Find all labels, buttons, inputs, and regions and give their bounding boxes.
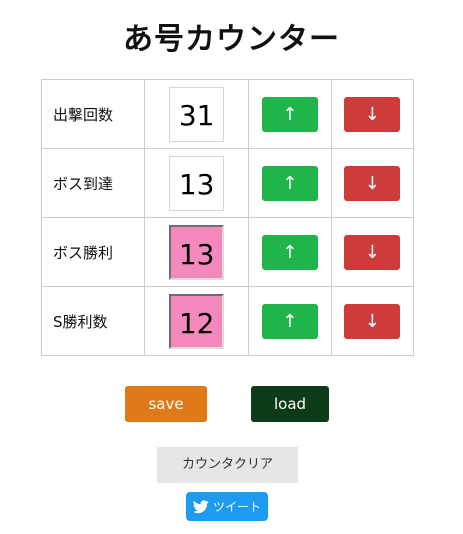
page-title: あ号カウンター: [123, 22, 340, 57]
twitter-bird-icon: [192, 499, 209, 514]
counter-label: 出撃回数: [40, 79, 146, 149]
save-button[interactable]: save: [125, 386, 207, 422]
tweet-label: ツイート: [212, 500, 261, 514]
decrement-button-s-win[interactable]: ↓: [344, 303, 401, 339]
load-button[interactable]: load: [251, 386, 329, 422]
counter-row-boss-reach: ボス到達 13 ↑ ↓: [40, 148, 415, 218]
counter-label: S勝利数: [40, 286, 146, 356]
clear-counters-button[interactable]: カウンタクリア: [157, 447, 298, 483]
increment-button-s-win[interactable]: ↑: [261, 303, 318, 339]
counter-row-sortie: 出撃回数 31 ↑ ↓: [40, 79, 415, 149]
tweet-button[interactable]: ツイート: [186, 492, 268, 521]
counter-table: 出撃回数 31 ↑ ↓ ボス到達 13 ↑ ↓ ボス勝利 13 ↑ ↓ S勝利数…: [40, 79, 415, 356]
counter-value-sortie[interactable]: 31: [169, 86, 225, 142]
decrement-button-boss-win[interactable]: ↓: [344, 234, 401, 270]
increment-button-sortie[interactable]: ↑: [261, 96, 318, 132]
decrement-button-sortie[interactable]: ↓: [344, 96, 401, 132]
counter-value-boss-win[interactable]: 13: [169, 224, 225, 280]
counter-label: ボス勝利: [40, 217, 146, 287]
increment-button-boss-win[interactable]: ↑: [261, 234, 318, 270]
counter-row-boss-win: ボス勝利 13 ↑ ↓: [40, 217, 415, 287]
counter-value-boss-reach[interactable]: 13: [169, 155, 225, 211]
decrement-button-boss-reach[interactable]: ↓: [344, 165, 401, 201]
counter-label: ボス到達: [40, 148, 146, 218]
counter-value-s-win[interactable]: 12: [169, 293, 225, 349]
counter-row-s-win: S勝利数 12 ↑ ↓: [40, 286, 415, 356]
increment-button-boss-reach[interactable]: ↑: [261, 165, 318, 201]
